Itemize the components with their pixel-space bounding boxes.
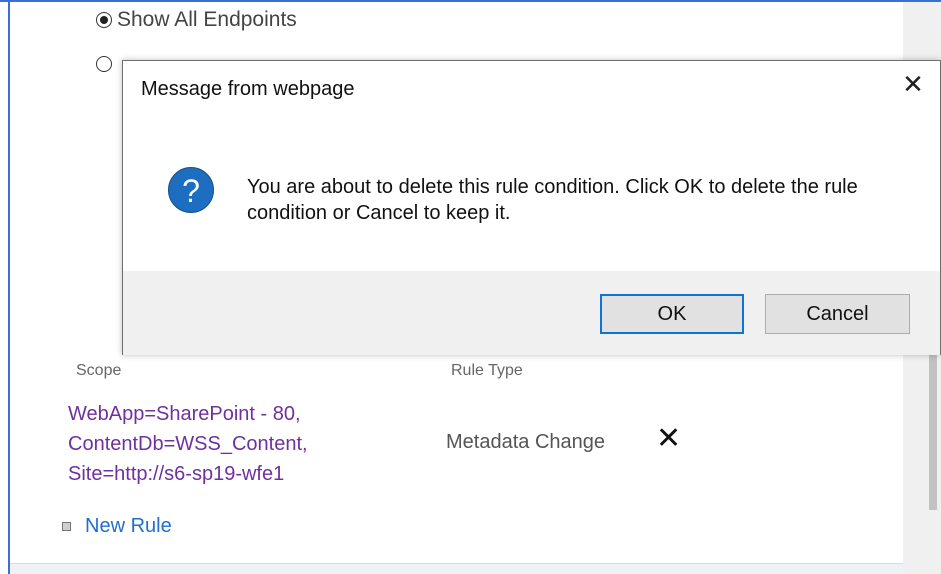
radio-show-all-endpoints[interactable]: Show All Endpoints (96, 8, 297, 32)
message-dialog: Message from webpage ✕ ? You are about t… (122, 60, 941, 355)
radio-option-2[interactable] (96, 56, 117, 72)
radio-label: Show All Endpoints (117, 8, 297, 31)
delete-rule-close-icon[interactable]: ✕ (656, 424, 681, 454)
scope-line: ContentDb=WSS_Content, (68, 433, 308, 455)
page-frame-top (0, 0, 941, 2)
scope-line: WebApp=SharePoint - 80, (68, 403, 301, 425)
column-header-rule-type: Rule Type (451, 362, 523, 379)
page-canvas: Show All Endpoints Scope Rule Type WebAp… (0, 0, 941, 574)
bullet-square-icon (62, 522, 71, 531)
new-rule-item[interactable]: New Rule (62, 515, 172, 538)
dialog-message: You are about to delete this rule condit… (247, 176, 858, 224)
footer-strip (10, 563, 903, 574)
scrollbar-thumb[interactable] (929, 355, 937, 510)
radio-button[interactable] (96, 56, 112, 72)
close-icon[interactable]: ✕ (900, 71, 926, 97)
dialog-title: Message from webpage (141, 78, 355, 100)
question-icon: ? (168, 167, 214, 213)
ok-button[interactable]: OK (600, 294, 744, 334)
scope-line: Site=http://s6-sp19-wfe1 (68, 463, 285, 485)
cancel-button[interactable]: Cancel (765, 294, 910, 334)
column-header-scope: Scope (76, 362, 122, 379)
new-rule-link[interactable]: New Rule (85, 515, 172, 538)
radio-button-checked[interactable] (96, 12, 112, 28)
rule-scope: WebApp=SharePoint - 80, ContentDb=WSS_Co… (68, 399, 308, 489)
rule-type-value: Metadata Change (446, 431, 606, 453)
page-frame-left (8, 0, 10, 574)
